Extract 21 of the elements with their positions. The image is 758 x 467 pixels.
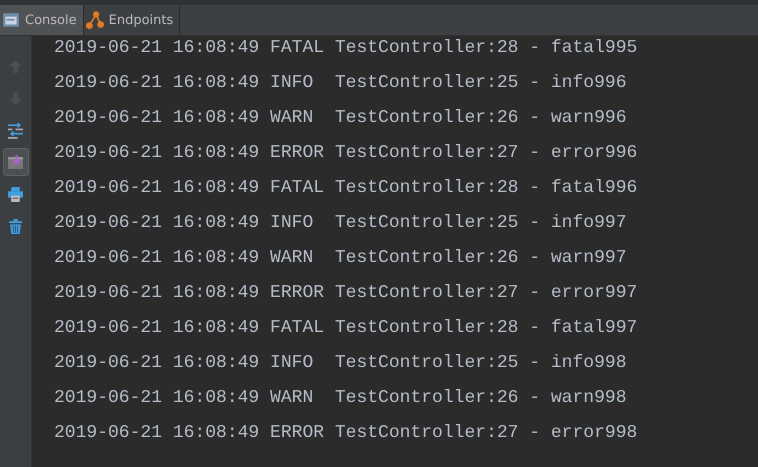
console-line: 2019-06-21 16:08:49 FATAL TestController:28 - fatal996 [54, 177, 638, 200]
console-line: 2019-06-21 16:08:49 WARN TestController:26 - warn998 [54, 387, 628, 410]
tab[interactable]: Endpoints [84, 5, 180, 35]
printer-icon [7, 186, 24, 202]
scroll-to-end-icon [7, 154, 24, 170]
console-line: 2019-06-21 16:08:49 WARN TestController:26 - warn997 [54, 247, 628, 270]
console-line: 2019-06-21 16:08:49 ERROR TestController:27 - error996 [54, 142, 638, 165]
soft-wrap-icon [7, 122, 24, 138]
tab[interactable]: Console [0, 5, 84, 35]
trash-icon [7, 218, 24, 234]
console-line: 2019-06-21 16:08:49 ERROR TestController:27 - error998 [54, 422, 638, 445]
console-line: 2019-06-21 16:08:49 FATAL TestController:28 - fatal997 [54, 317, 638, 340]
console-line: 2019-06-21 16:08:49 INFO TestController:25 - info998 [54, 352, 628, 375]
console-icon [2, 11, 20, 29]
toolbar-button[interactable] [2, 148, 28, 176]
console-line: 2019-06-21 16:08:49 FATAL TestController:28 - fatal995 [54, 37, 638, 60]
console-line: 2019-06-21 16:08:49 WARN TestController:26 - warn996 [54, 107, 628, 130]
console-line: 2019-06-21 16:08:49 INFO TestController:25 - info997 [54, 212, 628, 235]
console-line: 2019-06-21 16:08:49 ERROR TestController:27 - error997 [54, 282, 638, 305]
console-line: 2019-06-21 16:08:49 INFO TestController:25 - info996 [54, 72, 628, 95]
network-nodes-icon [86, 11, 104, 29]
